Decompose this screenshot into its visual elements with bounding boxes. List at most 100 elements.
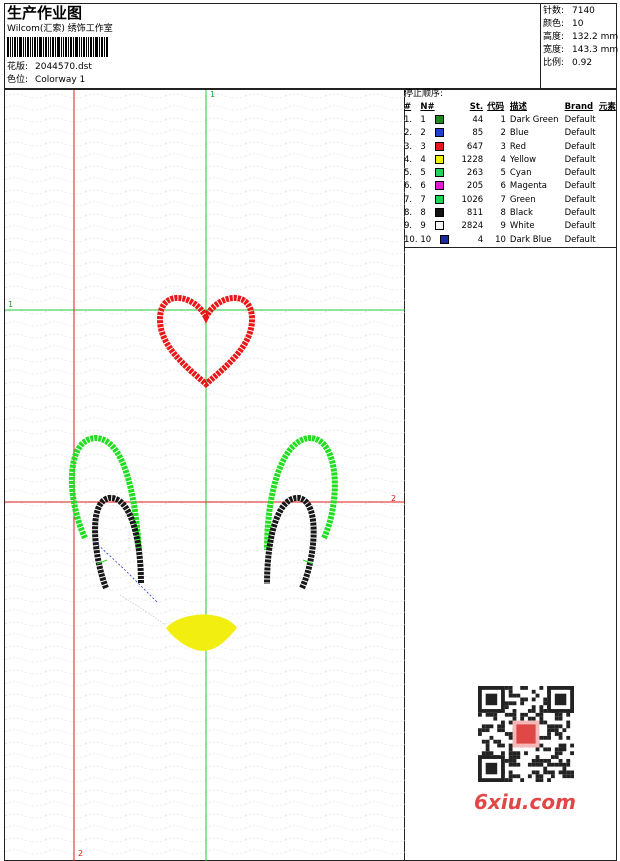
row-needle-label: 7 — [420, 194, 426, 205]
row-stitches: 205 — [466, 181, 484, 192]
design-canvas: 1 1 2 2 — [5, 90, 405, 861]
row-code: 1 — [500, 114, 506, 125]
row-code: 5 — [500, 168, 506, 179]
row-description: Green — [509, 194, 536, 205]
color-swatch — [439, 234, 449, 244]
row-index: 2. — [404, 128, 413, 139]
row-brand: Default — [564, 114, 596, 125]
scale-label: 比例: — [543, 58, 565, 68]
watermark-text: 6xiu.com — [474, 790, 576, 814]
row-needle-label: 4 — [420, 154, 426, 165]
row-needle-label: 1 — [420, 114, 426, 125]
row-index: 1. — [404, 114, 413, 125]
table-row: 9. 9 2824 9 White Default — [404, 220, 620, 233]
table-row: 10. 10 4 10 Dark Blue Default — [404, 233, 620, 246]
color-swatch — [434, 208, 444, 218]
color-swatch — [434, 181, 444, 191]
table-row: 2. 2 85 2 Blue Default — [404, 127, 620, 140]
row-brand: Default — [564, 168, 596, 179]
row-brand: Default — [564, 221, 596, 232]
row-code: 3 — [500, 141, 506, 152]
color-swatch — [434, 221, 444, 231]
row-element — [599, 206, 620, 219]
row-code: 4 — [500, 154, 506, 165]
row-brand: Default — [564, 141, 596, 152]
table-row: 6. 6 205 6 Magenta Default — [404, 180, 620, 193]
color-swatch — [434, 154, 444, 164]
table-row: 4. 4 1228 4 Yellow Default — [404, 153, 620, 166]
row-element — [599, 140, 620, 153]
row-index: 8. — [404, 208, 413, 219]
guide-label-bottom: 2 — [78, 849, 83, 858]
color-swatch — [434, 168, 444, 178]
row-index: 3. — [404, 141, 413, 152]
row-code: 8 — [500, 208, 506, 219]
stitches-label: 针数: — [543, 6, 565, 16]
row-stitches: 811 — [466, 208, 484, 219]
row-description: Cyan — [509, 168, 532, 179]
row-stitches: 2824 — [461, 221, 484, 232]
qr-code — [478, 686, 574, 782]
width-value: 143.3 mm — [572, 45, 619, 55]
guide-label-right: 2 — [391, 494, 396, 503]
color-swatch — [434, 114, 444, 124]
row-needle-label: 8 — [420, 208, 426, 219]
row-brand: Default — [564, 194, 596, 205]
row-element — [599, 113, 620, 126]
row-description: White — [509, 221, 535, 232]
row-element — [599, 193, 620, 206]
colors-label: 颜色: — [543, 19, 565, 29]
row-stitches: 263 — [466, 168, 484, 179]
row-description: Red — [509, 141, 527, 152]
color-swatch — [434, 128, 444, 138]
row-code: 9 — [500, 221, 506, 232]
row-stitches: 44 — [472, 114, 484, 125]
colorway-label: 色位: — [7, 75, 29, 85]
row-element — [599, 127, 620, 140]
width-label: 宽度: — [543, 45, 565, 55]
row-needle-label: 9 — [420, 221, 426, 232]
col-brand: Brand — [564, 101, 594, 112]
page-title: 生产作业图 — [7, 4, 83, 22]
row-stitches: 647 — [466, 141, 484, 152]
colorway-value: Colorway 1 — [35, 75, 86, 85]
row-element — [599, 166, 620, 179]
col-stitches: St. — [469, 101, 484, 112]
row-description: Yellow — [509, 154, 537, 165]
row-needle-label: 5 — [420, 168, 426, 179]
row-stitches: 4 — [477, 234, 484, 245]
table-row: 5. 5 263 5 Cyan Default — [404, 166, 620, 179]
row-code: 2 — [500, 128, 506, 139]
row-brand: Default — [564, 181, 596, 192]
col-num: # — [404, 101, 412, 112]
row-stitches: 1228 — [461, 154, 484, 165]
row-code: 10 — [495, 234, 506, 245]
row-needle-label: 3 — [420, 141, 426, 152]
row-brand: Default — [564, 154, 596, 165]
guide-label-left: 1 — [8, 300, 13, 309]
colors-value: 10 — [572, 19, 584, 29]
fabric-background — [5, 90, 405, 861]
stop-sequence-title: 停止顺序: — [404, 89, 444, 99]
guide-label-top: 1 — [210, 90, 215, 99]
row-stitches: 1026 — [461, 194, 484, 205]
row-element — [599, 180, 620, 193]
row-needle-label: 2 — [420, 128, 426, 139]
company-name: Wilcom(汇索) 绣饰工作室 — [7, 24, 113, 34]
row-element — [599, 220, 620, 233]
height-label: 高度: — [543, 32, 565, 42]
stats-divider — [540, 3, 541, 89]
design-label: 花版: — [7, 62, 29, 72]
row-brand: Default — [564, 208, 596, 219]
barcode — [7, 37, 109, 57]
row-index: 7. — [404, 194, 413, 205]
col-element: 元素 — [598, 101, 616, 112]
row-index: 10. — [404, 234, 418, 245]
stitches-value: 7140 — [572, 6, 595, 16]
row-code: 7 — [500, 194, 506, 205]
row-needle-label: 10 — [420, 234, 432, 245]
production-worksheet: 生产作业图 Wilcom(汇索) 绣饰工作室 花版: 2044570.dst 色… — [0, 0, 620, 861]
row-index: 6. — [404, 181, 413, 192]
row-description: Black — [509, 208, 533, 219]
table-row: 8. 8 811 8 Black Default — [404, 206, 620, 219]
